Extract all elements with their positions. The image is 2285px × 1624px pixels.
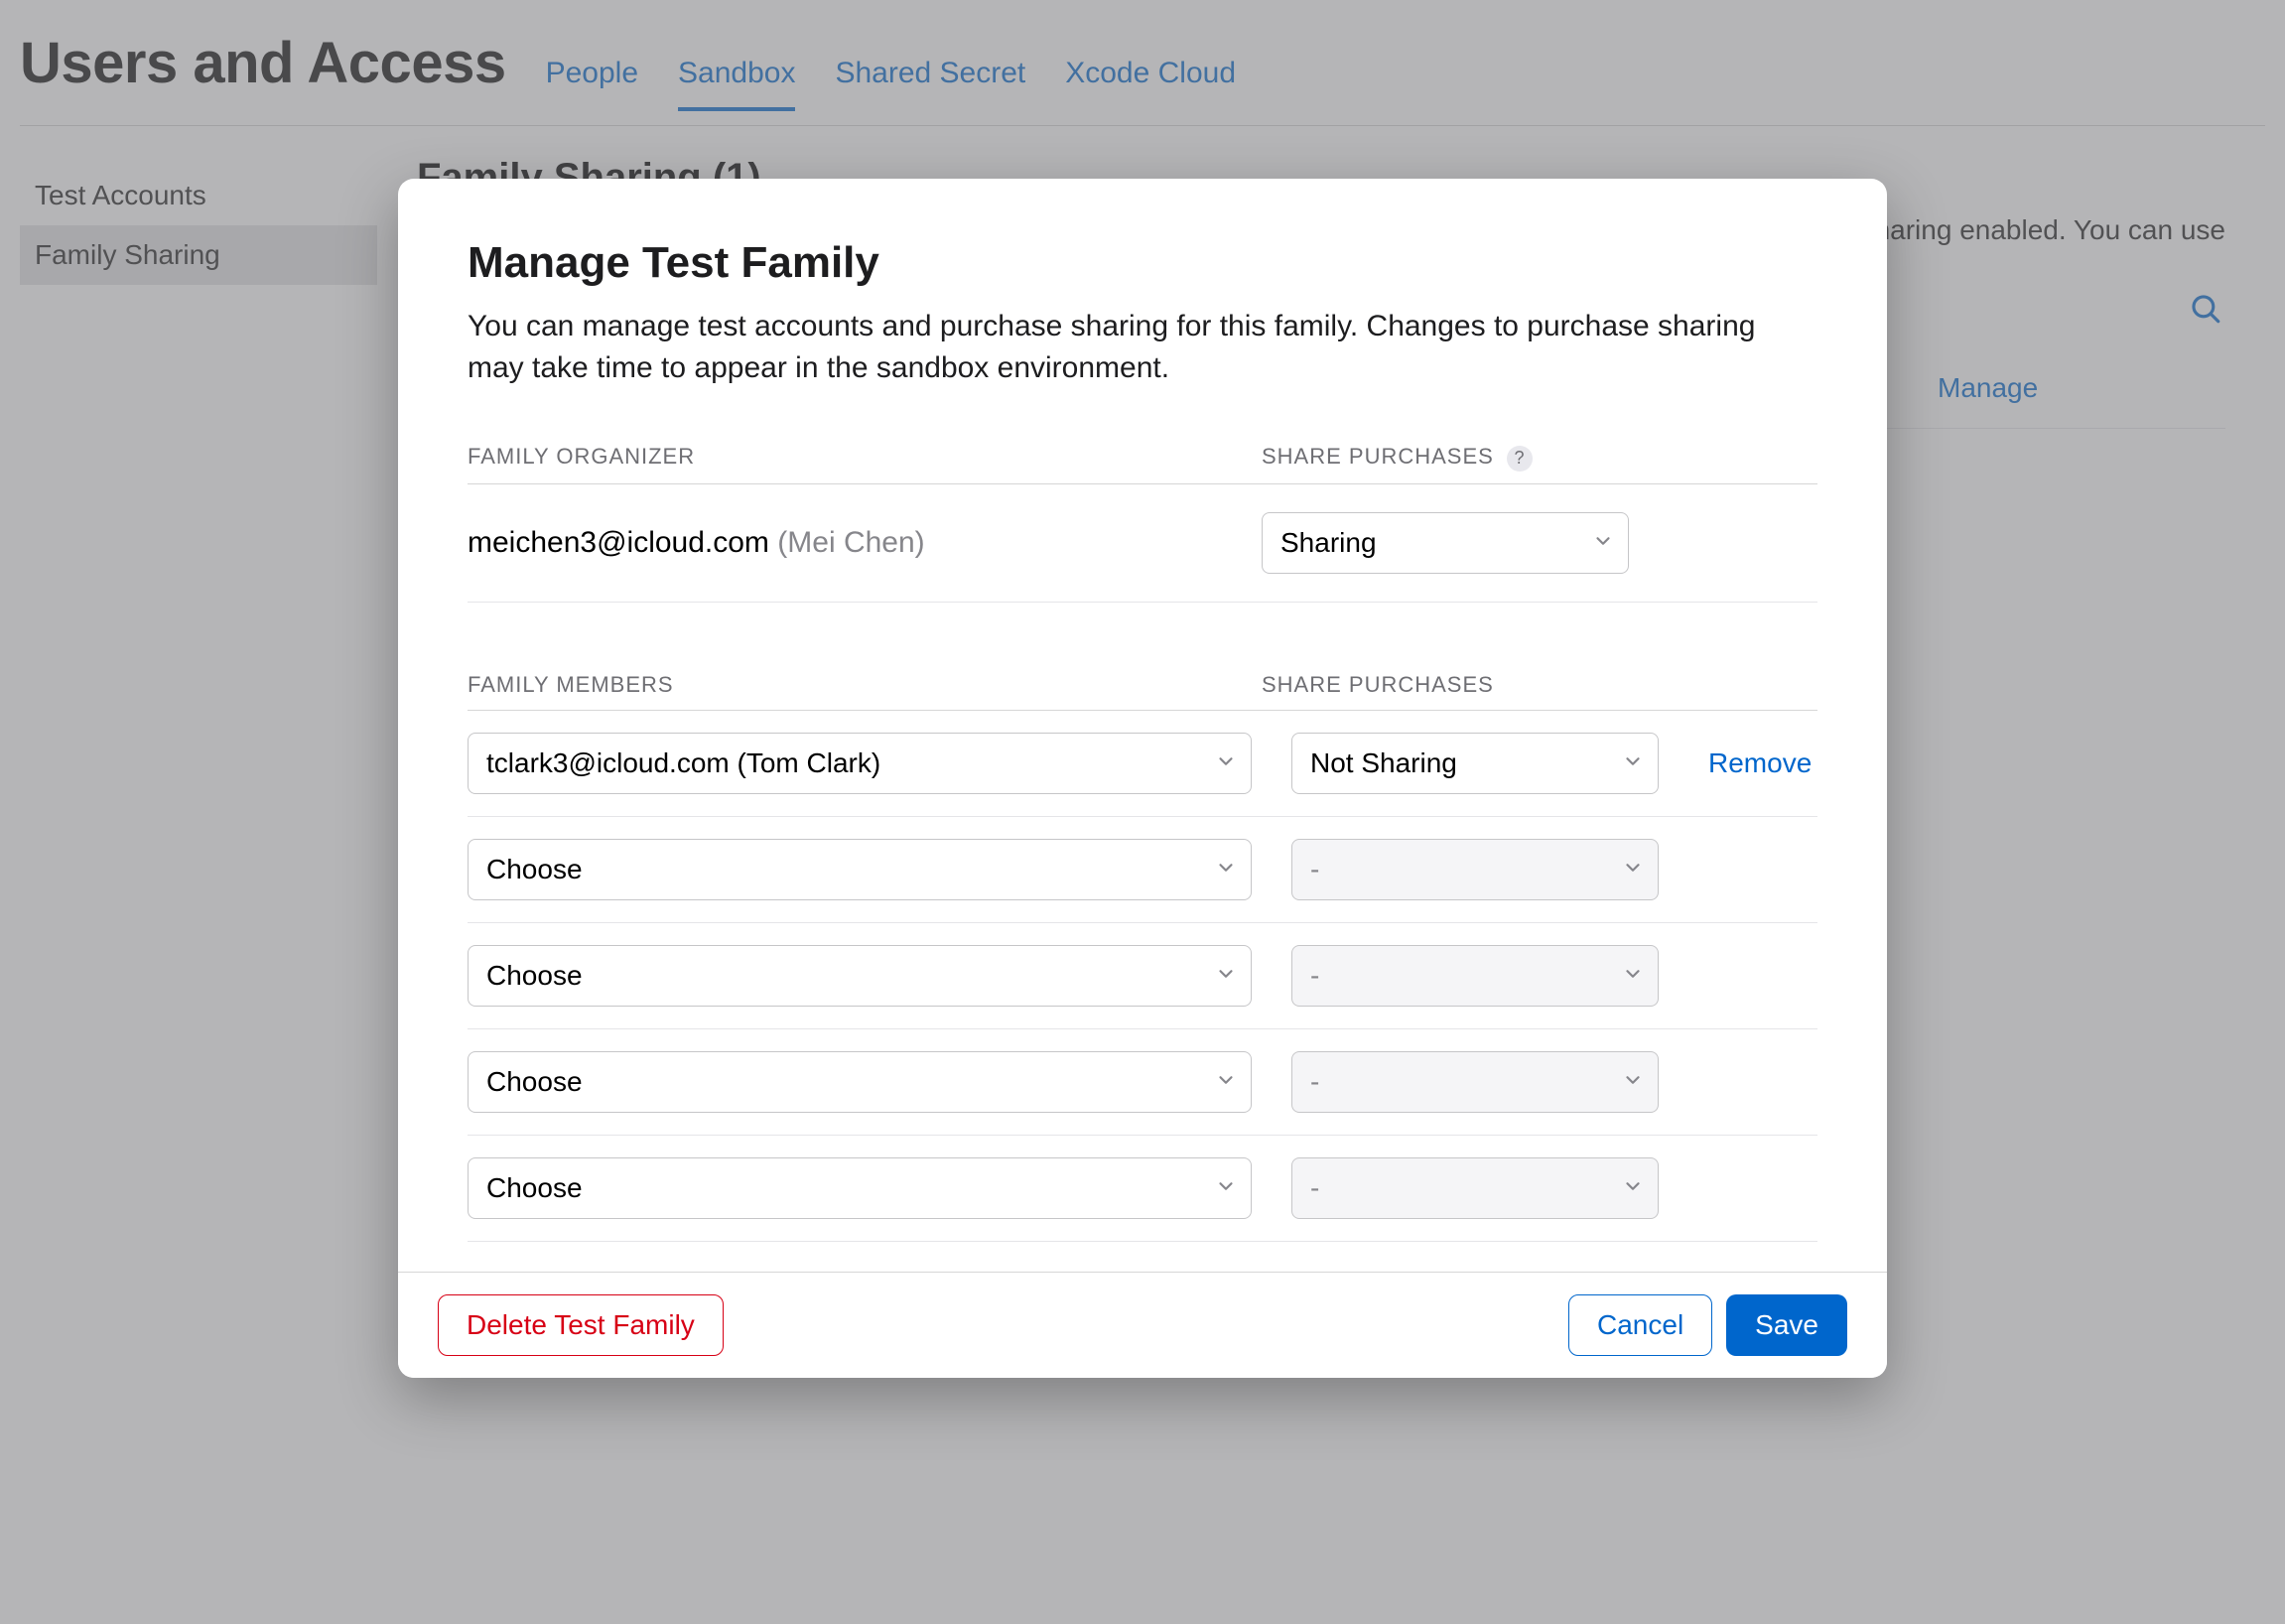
members-section-head: FAMILY MEMBERS SHARE PURCHASES bbox=[468, 672, 1817, 711]
member-account-select[interactable]: Choose bbox=[468, 1051, 1252, 1113]
member-share-select[interactable]: Not Sharing bbox=[1291, 733, 1659, 794]
chevron-down-icon bbox=[1215, 960, 1237, 992]
organizer-section-head: FAMILY ORGANIZER SHARE PURCHASES ? bbox=[468, 444, 1817, 484]
member-share-select: - bbox=[1291, 1157, 1659, 1219]
member-account-select[interactable]: Choose bbox=[468, 1157, 1252, 1219]
modal-title: Manage Test Family bbox=[468, 238, 1817, 288]
organizer-account: meichen3@icloud.com (Mei Chen) bbox=[468, 526, 1262, 560]
chevron-down-icon bbox=[1592, 527, 1614, 559]
chevron-down-icon bbox=[1215, 1172, 1237, 1204]
member-account-select[interactable]: Choose bbox=[468, 839, 1252, 900]
chevron-down-icon bbox=[1622, 747, 1644, 779]
remove-member-link[interactable]: Remove bbox=[1708, 747, 1812, 778]
manage-family-modal: Manage Test Family You can manage test a… bbox=[398, 179, 1887, 1378]
chevron-down-icon bbox=[1622, 1066, 1644, 1098]
modal-description: You can manage test accounts and purchas… bbox=[468, 306, 1817, 389]
member-row: Choose- bbox=[468, 1136, 1817, 1242]
chevron-down-icon bbox=[1622, 960, 1644, 992]
save-button[interactable]: Save bbox=[1726, 1294, 1847, 1356]
organizer-share-select[interactable]: Sharing bbox=[1262, 512, 1629, 574]
organizer-head-label: FAMILY ORGANIZER bbox=[468, 444, 1262, 472]
modal-overlay: Manage Test Family You can manage test a… bbox=[0, 0, 2285, 1624]
share-head-label-2: SHARE PURCHASES bbox=[1262, 672, 1679, 698]
member-share-select: - bbox=[1291, 945, 1659, 1007]
help-icon[interactable]: ? bbox=[1507, 446, 1533, 472]
delete-family-button[interactable]: Delete Test Family bbox=[438, 1294, 724, 1356]
member-row: Choose- bbox=[468, 923, 1817, 1029]
modal-footer: Delete Test Family Cancel Save bbox=[398, 1272, 1887, 1378]
member-share-select: - bbox=[1291, 839, 1659, 900]
member-row: Choose- bbox=[468, 1029, 1817, 1136]
chevron-down-icon bbox=[1622, 854, 1644, 885]
member-account-select[interactable]: tclark3@icloud.com (Tom Clark) bbox=[468, 733, 1252, 794]
chevron-down-icon bbox=[1215, 747, 1237, 779]
organizer-row: meichen3@icloud.com (Mei Chen) Sharing bbox=[468, 484, 1817, 603]
member-row: tclark3@icloud.com (Tom Clark) Not Sharin… bbox=[468, 711, 1817, 817]
chevron-down-icon bbox=[1215, 1066, 1237, 1098]
member-account-select[interactable]: Choose bbox=[468, 945, 1252, 1007]
member-row: Choose- bbox=[468, 817, 1817, 923]
chevron-down-icon bbox=[1215, 854, 1237, 885]
members-head-label: FAMILY MEMBERS bbox=[468, 672, 1262, 698]
chevron-down-icon bbox=[1622, 1172, 1644, 1204]
share-head-label: SHARE PURCHASES ? bbox=[1262, 444, 1679, 472]
cancel-button[interactable]: Cancel bbox=[1568, 1294, 1712, 1356]
member-share-select: - bbox=[1291, 1051, 1659, 1113]
